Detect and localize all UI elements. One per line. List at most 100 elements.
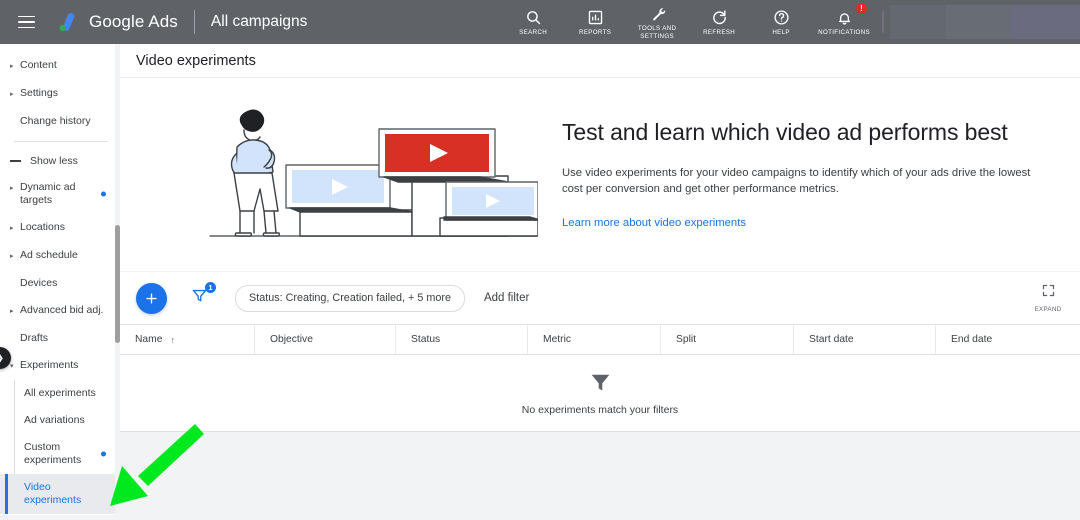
sidebar-item-label: Advanced bid adj.	[20, 304, 104, 316]
chevron-right-icon: ▸	[10, 91, 14, 98]
page-header: Video experiments	[120, 44, 1080, 78]
table-header-row: Name ↑ Objective Status Metric Split Sta…	[120, 324, 1080, 355]
new-indicator-dot	[101, 191, 106, 197]
filter-count-badge: 1	[205, 282, 216, 293]
chevron-down-icon: ▾	[10, 363, 14, 370]
column-label: Start date	[809, 334, 854, 345]
reports-icon	[587, 8, 604, 27]
sidebar-item-all-experiments[interactable]: All experiments	[0, 380, 120, 407]
reports-button[interactable]: REPORTS	[564, 0, 626, 44]
sidebar-item-devices[interactable]: Devices	[0, 270, 120, 297]
tools-wrench-icon	[649, 4, 666, 23]
topbar-actions: SEARCH REPORTS TOOLS AND SETTINGS REFRES…	[502, 0, 1080, 44]
chevron-right-icon: ▸	[10, 253, 14, 260]
refresh-icon	[711, 8, 728, 27]
table-filler	[120, 432, 1080, 512]
sidebar-item-label: Change history	[20, 115, 91, 127]
sidebar-item-custom-experiments[interactable]: Custom experiments	[0, 434, 120, 474]
search-icon	[525, 8, 542, 27]
redacted-block-3	[1010, 5, 1080, 39]
sidebar-item-ad-variations[interactable]: Ad variations	[0, 407, 120, 434]
minus-icon	[10, 160, 21, 162]
chevron-right-icon: ▸	[10, 185, 14, 192]
expand-button[interactable]: EXPAND	[1025, 272, 1071, 324]
status-filter-chip-label: Status: Creating, Creation failed, + 5 m…	[249, 292, 451, 304]
sidebar-item-label: Settings	[20, 87, 58, 99]
column-header-name[interactable]: Name ↑	[120, 325, 255, 354]
hamburger-icon[interactable]	[4, 0, 48, 44]
column-label: Objective	[270, 334, 313, 345]
chevron-right-icon: ▸	[10, 308, 14, 315]
help-button[interactable]: HELP	[750, 0, 812, 44]
notifications-bell-icon	[836, 8, 853, 27]
expand-icon	[1041, 283, 1056, 303]
add-filter-button[interactable]: Add filter	[484, 292, 529, 304]
help-label: HELP	[772, 28, 790, 36]
redacted-block-1	[890, 5, 946, 39]
column-label: End date	[951, 334, 993, 345]
sidebar-item-locations[interactable]: ▸ Locations	[0, 214, 120, 242]
show-less-label: Show less	[30, 155, 78, 167]
top-app-bar: Google Ads All campaigns SEARCH REPORTS …	[0, 0, 1080, 44]
column-header-status[interactable]: Status	[396, 325, 528, 354]
column-header-end-date[interactable]: End date	[936, 325, 1080, 354]
notifications-button[interactable]: ! NOTIFICATIONS	[812, 0, 876, 44]
column-label: Split	[676, 334, 697, 345]
sidebar-item-label: Content	[20, 59, 57, 71]
chevron-right-icon: ▸	[10, 63, 14, 70]
reports-label: REPORTS	[579, 28, 612, 36]
account-label[interactable]: All campaigns	[211, 13, 308, 31]
empty-state-message: No experiments match your filters	[521, 404, 679, 416]
sidebar-item-dynamic-ad-targets[interactable]: ▸ Dynamic ad targets	[0, 174, 120, 214]
chevron-right-icon: ❯	[0, 353, 4, 364]
sidebar-item-video-experiments[interactable]: Video experiments	[0, 474, 120, 514]
help-icon	[773, 8, 790, 27]
sidebar-item-label: Locations	[20, 221, 65, 233]
notifications-label: NOTIFICATIONS	[818, 28, 870, 36]
sidebar-item-label: Experiments	[20, 359, 79, 371]
add-experiment-button[interactable]	[136, 282, 167, 314]
video-experiments-illustration	[208, 90, 541, 260]
refresh-button[interactable]: REFRESH	[688, 0, 750, 44]
sidebar-item-label: Dynamic ad targets	[20, 181, 76, 206]
sort-ascending-icon: ↑	[170, 334, 175, 345]
sidebar-item-label: Ad schedule	[20, 249, 78, 261]
expand-label: EXPAND	[1034, 306, 1062, 313]
redacted-block-2	[946, 5, 1010, 39]
account-chips-redacted	[882, 0, 1080, 44]
sidebar-item-label: Ad variations	[24, 414, 85, 426]
refresh-label: REFRESH	[703, 28, 736, 36]
brand[interactable]: Google Ads	[54, 9, 178, 35]
main-content: Video experiments Test and learn which v…	[120, 44, 1080, 515]
sidebar-item-change-history[interactable]: Change history	[0, 108, 120, 135]
brand-divider	[193, 10, 195, 34]
column-header-split[interactable]: Split	[661, 325, 794, 354]
new-indicator-dot	[101, 451, 106, 457]
sidebar-item-content[interactable]: ▸ Content	[0, 52, 120, 80]
tools-settings-button[interactable]: TOOLS AND SETTINGS	[626, 0, 688, 44]
sidebar: ▸ Content ▸ Settings Change history Show…	[0, 44, 120, 515]
sidebar-item-label: Video experiments	[24, 481, 82, 506]
column-header-objective[interactable]: Objective	[255, 325, 396, 354]
filter-button[interactable]: 1	[191, 282, 216, 309]
sidebar-show-less-button[interactable]: Show less	[0, 148, 120, 174]
filter-toolbar: 1 Status: Creating, Creation failed, + 5…	[120, 271, 1080, 324]
promo-body: Use video experiments for your video cam…	[562, 166, 1031, 195]
sidebar-item-ad-schedule[interactable]: ▸ Ad schedule	[0, 242, 120, 270]
sidebar-item-label: Drafts	[20, 332, 49, 344]
sidebar-divider	[14, 141, 108, 142]
column-label: Name	[135, 334, 163, 345]
google-ads-logo	[54, 9, 80, 35]
column-header-metric[interactable]: Metric	[528, 325, 661, 354]
sidebar-item-settings[interactable]: ▸ Settings	[0, 80, 120, 108]
sidebar-item-drafts[interactable]: Drafts	[0, 325, 120, 352]
empty-state: No experiments match your filters	[120, 355, 1080, 432]
sidebar-item-advanced-bid-adj[interactable]: ▸ Advanced bid adj.	[0, 297, 120, 325]
status-filter-chip[interactable]: Status: Creating, Creation failed, + 5 m…	[235, 284, 465, 312]
sidebar-item-experiments[interactable]: ▾ Experiments	[0, 352, 120, 380]
column-header-start-date[interactable]: Start date	[794, 325, 936, 354]
page-title: Video experiments	[136, 52, 256, 69]
learn-more-link[interactable]: Learn more about video experiments	[562, 217, 746, 229]
sidebar-item-label: Devices	[20, 277, 58, 289]
search-button[interactable]: SEARCH	[502, 0, 564, 44]
